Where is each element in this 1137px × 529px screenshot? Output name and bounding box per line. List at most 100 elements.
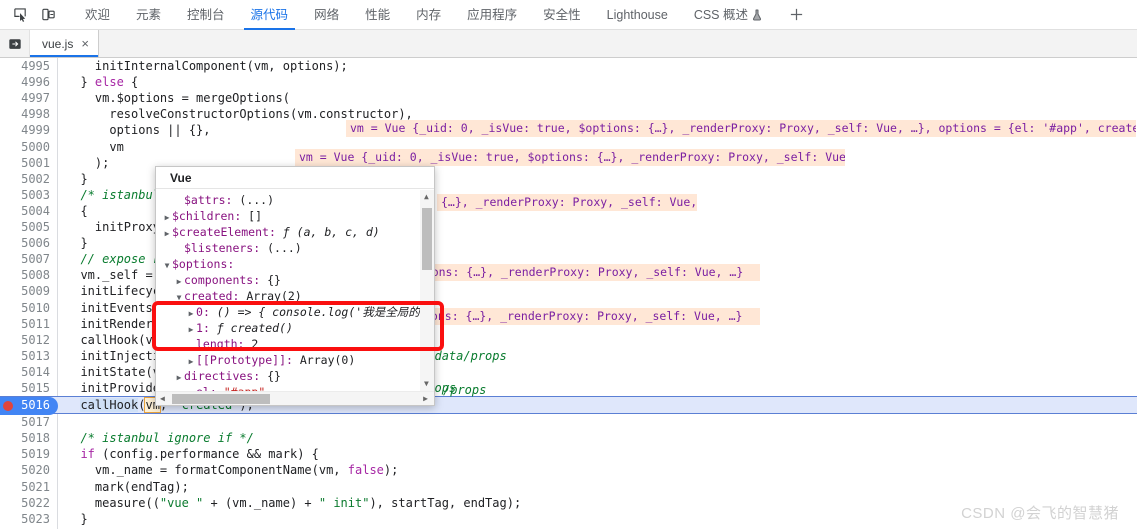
popover-property-row[interactable]: ▶ 0: () => { console.log('我是全局的了 xyxy=(156,304,420,320)
property-value: 2 xyxy=(251,337,259,351)
devtools-tab-list: 欢迎 元素 控制台 源代码 网络 性能 内存 应用程序 安全性 Lighthou… xyxy=(72,0,775,30)
line-code: } else { xyxy=(66,75,139,90)
code-line[interactable]: 4996 } else { xyxy=(0,74,1137,90)
tab-memory[interactable]: 内存 xyxy=(403,0,454,30)
scroll-down-icon[interactable]: ▼ xyxy=(424,380,429,388)
scroll-up-icon[interactable]: ▲ xyxy=(424,193,429,201)
tab-label: 安全性 xyxy=(543,7,581,22)
line-number: 5007 xyxy=(21,252,50,267)
line-number: 4998 xyxy=(21,107,50,122)
popover-property-row[interactable]: $listeners: (...) xyxy=(156,240,420,256)
device-toolbar-icon[interactable] xyxy=(34,2,62,28)
popover-horizontal-scrollbar[interactable]: ◀ ▶ xyxy=(156,391,434,405)
line-code: vm xyxy=(66,139,124,154)
property-value: Array(2) xyxy=(246,289,302,303)
tab-lighthouse[interactable]: Lighthouse xyxy=(594,0,681,30)
file-tab-row: vue.js × xyxy=(0,30,1137,58)
close-icon[interactable]: × xyxy=(81,37,89,51)
popover-property-row[interactable]: ▶ 1: ƒ created() xyxy=(156,320,420,336)
line-code: /* istanbul ignore if */ xyxy=(80,431,254,446)
object-popover[interactable]: Vue $attrs: (...) ▶ $children: [] ▶ $createE… xyxy=(155,166,435,406)
code-line[interactable]: 4995 initInternalComponent(vm, options); xyxy=(0,58,1137,74)
code-line[interactable]: 4997 vm.$options = mergeOptions( xyxy=(0,90,1137,106)
popover-property-row[interactable]: ▶ $createElement: ƒ (a, b, c, d) xyxy=(156,224,420,240)
popover-hscroll-thumb[interactable] xyxy=(172,394,270,404)
inline-value-hint-4995: vm = Vue {_uid: 0, _isVue: true, $option… xyxy=(346,120,1136,137)
code-line[interactable]: 5019 if (config.performance && mark) { xyxy=(0,446,1137,462)
scroll-left-icon[interactable]: ◀ xyxy=(160,395,165,403)
line-number: 5023 xyxy=(21,511,50,526)
inline-value-hint-5005: options: {…}, _renderProxy: Proxy, _self… xyxy=(400,264,760,281)
popover-property-row[interactable]: ▼ created: Array(2) xyxy=(156,288,420,304)
popover-title: Vue xyxy=(156,167,434,189)
inspect-element-icon[interactable] xyxy=(6,2,34,28)
line-number: 5020 xyxy=(21,463,50,478)
beaker-icon xyxy=(752,9,762,21)
property-key: 1 xyxy=(196,321,203,335)
popover-vscroll-thumb[interactable] xyxy=(422,208,432,270)
add-tab-button[interactable] xyxy=(781,0,811,30)
tab-css-overview[interactable]: CSS 概述 xyxy=(681,0,775,30)
line-number: 5001 xyxy=(21,155,50,170)
code-line[interactable]: 5021 mark(endTag); xyxy=(0,479,1137,495)
popover-property-row[interactable]: ▼ $options: xyxy=(156,256,420,272)
file-tab-vuejs[interactable]: vue.js × xyxy=(30,30,99,57)
property-value: Array(0) xyxy=(299,353,356,367)
property-key: $attrs xyxy=(184,193,226,207)
scroll-right-icon[interactable]: ▶ xyxy=(423,395,428,403)
trailing-comment-fragment: /props xyxy=(443,383,487,397)
line-number: 5008 xyxy=(21,268,50,283)
tab-security[interactable]: 安全性 xyxy=(530,0,594,30)
chevron-right-icon[interactable]: ▶ xyxy=(162,226,172,242)
tab-network[interactable]: 网络 xyxy=(301,0,352,30)
popover-vertical-scrollbar[interactable]: ▲ ▼ xyxy=(420,190,434,391)
code-line[interactable]: 5020 vm._name = formatComponentName(vm, … xyxy=(0,462,1137,478)
popover-property-row[interactable]: ▶ directives: {} xyxy=(156,368,420,384)
line-code: } xyxy=(66,236,88,251)
popover-property-list[interactable]: $attrs: (...) ▶ $children: [] ▶ $createEleme… xyxy=(156,190,420,391)
property-key: $createElement xyxy=(172,225,269,239)
line-number: 5009 xyxy=(21,284,50,299)
inline-value-hint-4999: {…}, _renderProxy: Proxy, _self: Vue, …} xyxy=(437,194,697,211)
property-key: components xyxy=(184,273,254,287)
show-navigator-button[interactable] xyxy=(0,30,30,57)
line-number: 5016 xyxy=(21,398,50,413)
source-editor[interactable]: 4995 initInternalComponent(vm, options);… xyxy=(0,58,1137,529)
popover-property-row[interactable]: ▶ $children: [] xyxy=(156,208,420,224)
property-value: ƒ created() xyxy=(216,321,293,335)
popover-property-row[interactable]: el: "#app" xyxy=(156,384,420,391)
tab-application[interactable]: 应用程序 xyxy=(454,0,530,30)
tab-label: 源代码 xyxy=(250,7,289,22)
file-tab-label: vue.js xyxy=(42,36,74,51)
line-number: 5022 xyxy=(21,495,50,510)
property-key: $children xyxy=(172,209,235,223)
line-number: 4997 xyxy=(21,91,50,106)
popover-property-row[interactable]: length: 2 xyxy=(156,336,420,352)
line-number: 5012 xyxy=(21,332,50,347)
tab-console[interactable]: 控制台 xyxy=(174,0,238,30)
popover-property-row[interactable]: ▶ [[Prototype]]: Array(0) xyxy=(156,352,420,368)
tab-welcome[interactable]: 欢迎 xyxy=(72,0,123,30)
tab-label: CSS 概述 xyxy=(693,7,748,22)
property-value: () => { console.log('我是全局的了 xyxy=(216,305,420,319)
code-line[interactable]: 5018 /* istanbul ignore if */ xyxy=(0,430,1137,446)
line-number: 5019 xyxy=(21,447,50,462)
code-line[interactable]: 5017 xyxy=(0,414,1137,430)
tab-performance[interactable]: 性能 xyxy=(352,0,403,30)
tab-label: 元素 xyxy=(136,7,162,22)
tab-sources[interactable]: 源代码 xyxy=(238,0,302,30)
property-value: {} xyxy=(267,273,281,287)
line-code: } xyxy=(66,171,88,186)
chevron-down-icon[interactable]: ▼ xyxy=(174,290,184,306)
property-key: $options xyxy=(172,257,228,271)
popover-property-row[interactable]: ▶ components: {} xyxy=(156,272,420,288)
line-number: 5002 xyxy=(21,171,50,186)
popover-property-row[interactable]: $attrs: (...) xyxy=(156,192,420,208)
tab-elements[interactable]: 元素 xyxy=(123,0,174,30)
tab-label: 性能 xyxy=(365,7,391,22)
property-key: $listeners xyxy=(184,241,254,255)
line-number: 5006 xyxy=(21,236,50,251)
line-number: 5017 xyxy=(21,415,50,430)
chevron-right-icon[interactable]: ▶ xyxy=(174,370,184,386)
chevron-down-icon[interactable]: ▼ xyxy=(162,258,172,274)
